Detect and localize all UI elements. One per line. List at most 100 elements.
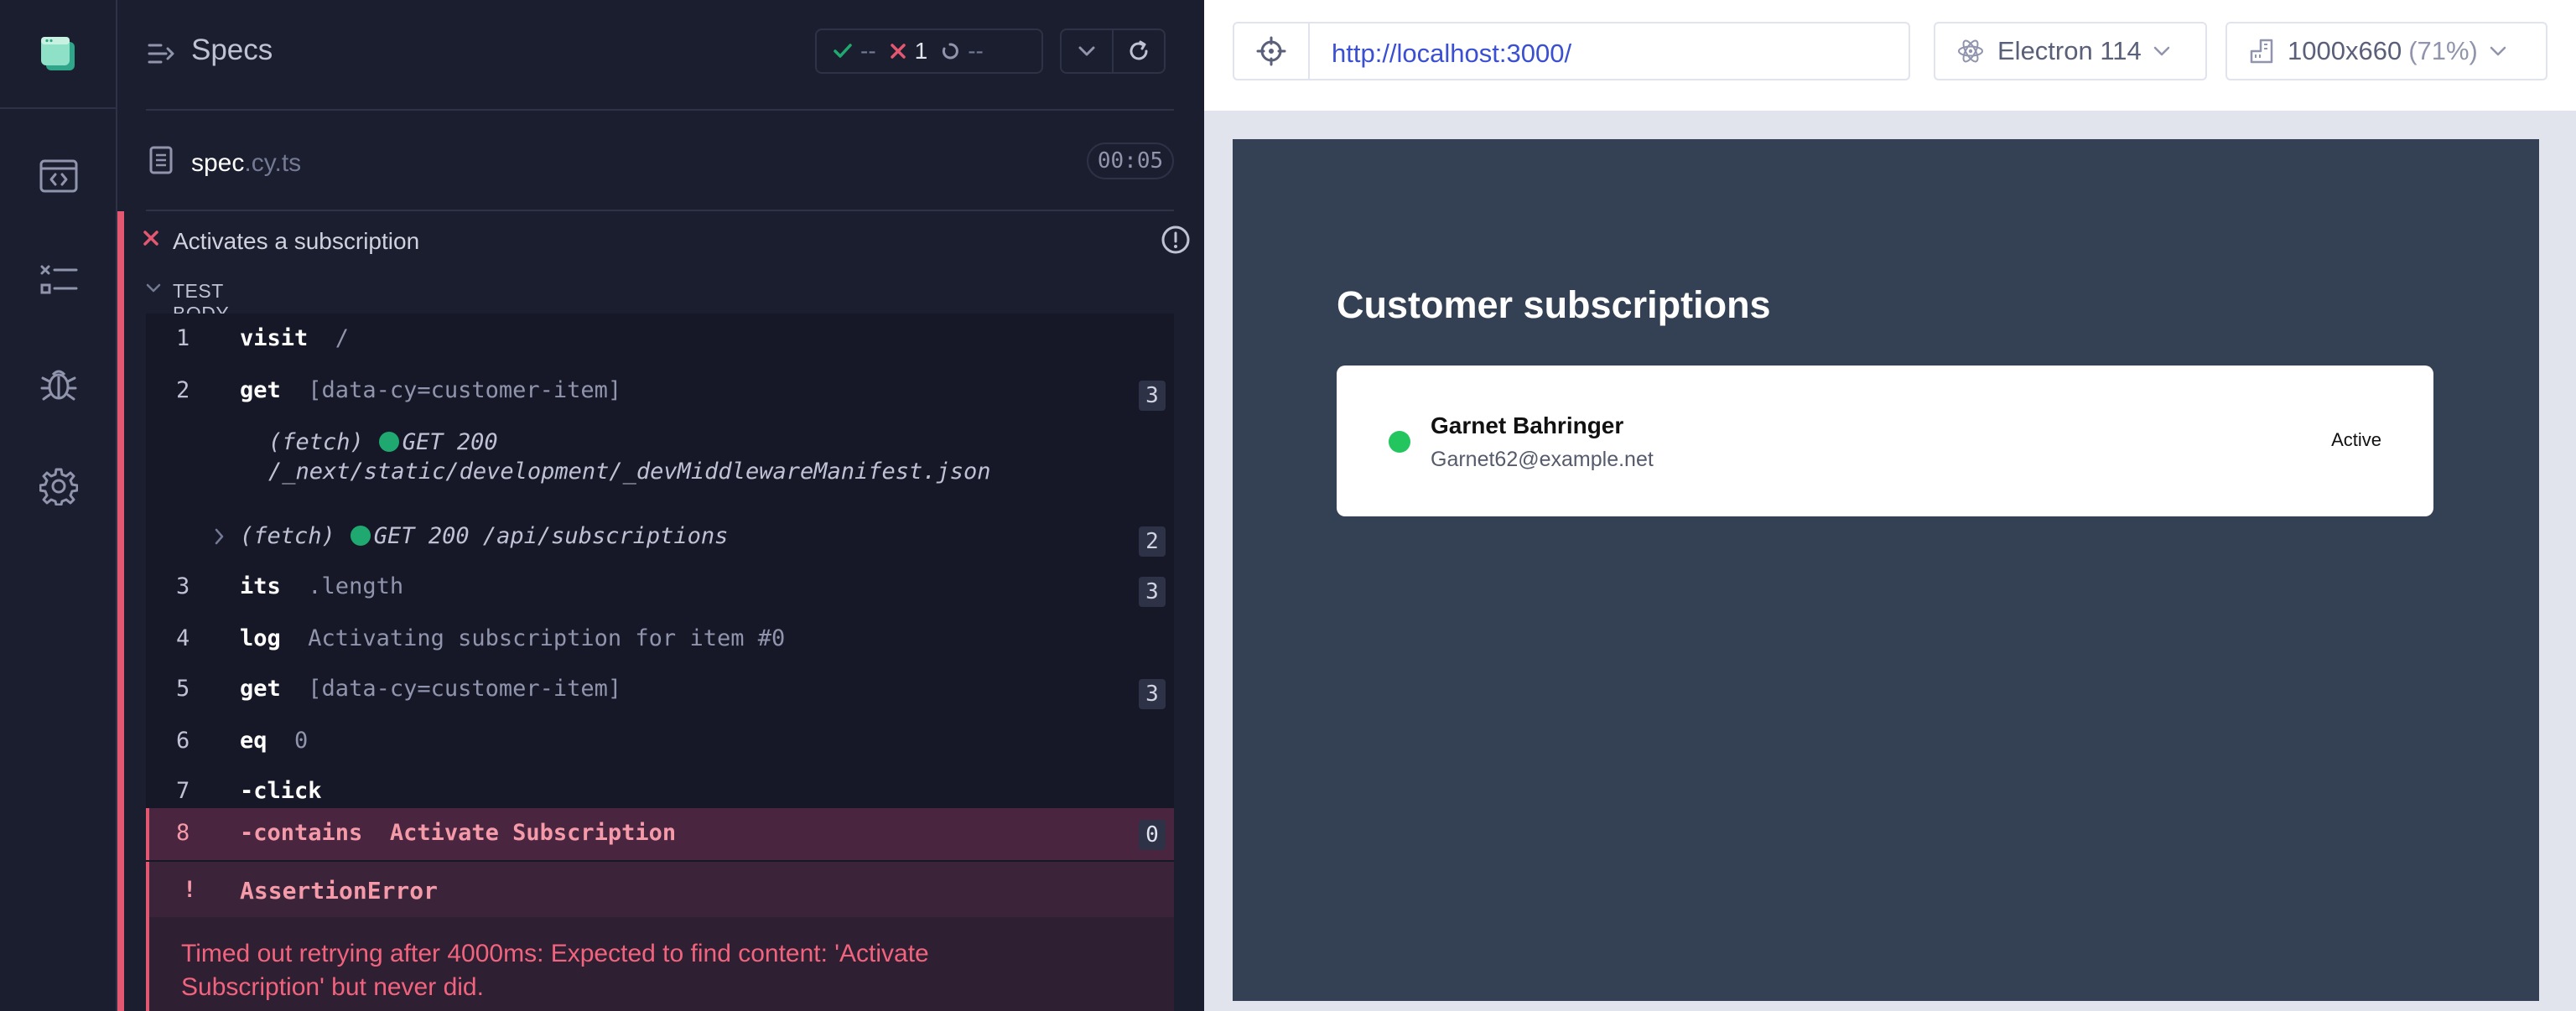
chevron-down-icon [146, 283, 161, 293]
command-message: .length [308, 573, 404, 599]
browser-label: Electron 114 [1997, 36, 2142, 65]
test-title: Activates a subscription [173, 228, 420, 254]
url-bar[interactable]: http://localhost:3000/ [1233, 22, 1910, 80]
fetch-request: GET 200 /api/subscriptions [373, 523, 729, 549]
status-dot [350, 526, 371, 546]
command-name: get [data-cy=customer-item] [240, 377, 621, 403]
rerun-button[interactable] [1112, 29, 1166, 74]
sidebar-item-debug[interactable] [0, 342, 117, 426]
command-number: 1 [176, 325, 190, 351]
runs-icon [40, 265, 78, 294]
command-row[interactable]: 2 get [data-cy=customer-item] 3 [146, 366, 1174, 416]
sidebar [0, 0, 117, 1011]
status-dot [378, 432, 399, 452]
command-method: its [240, 573, 281, 599]
check-icon [834, 44, 852, 58]
command-name: get [data-cy=customer-item] [240, 676, 621, 702]
chevron-down-icon [2490, 46, 2506, 56]
collapse-specs-icon[interactable] [148, 42, 174, 65]
aut-iframe: Customer subscriptions Garnet Bahringer … [1233, 139, 2539, 1001]
error-type: AssertionError [240, 877, 439, 905]
chevron-right-icon[interactable] [215, 528, 225, 545]
command-method: eq [240, 728, 267, 754]
fetch-log-row[interactable]: (fetch) GET 200 /_next/static/development… [268, 429, 991, 485]
command-message: Activating subscription for item #0 [308, 625, 786, 651]
command-row[interactable]: 6 eq 0 [146, 716, 1174, 766]
element-count-badge: 3 [1139, 577, 1166, 607]
reporter-panel: Specs -- 1 -- spec.cy.ts 00:05 Activates… [117, 0, 1204, 1011]
command-row[interactable]: 1 visit / [146, 314, 1174, 364]
logo [0, 0, 116, 109]
sidebar-item-specs[interactable] [0, 134, 117, 218]
command-number: 7 [176, 778, 190, 804]
command-method: get [240, 377, 281, 403]
command-number: 5 [176, 676, 190, 702]
command-name: visit / [240, 325, 349, 351]
element-count-badge: 3 [1139, 679, 1166, 709]
sidebar-item-runs[interactable] [0, 238, 117, 322]
ruler-icon [2250, 39, 2273, 64]
command-number: 4 [176, 625, 190, 651]
viewport-dropdown[interactable]: 1000x660 (71%) [2225, 22, 2547, 80]
crosshair-icon [1256, 36, 1286, 66]
app-under-test-pane: http://localhost:3000/ Electron 114 1000… [1204, 0, 2576, 1011]
command-row[interactable]: 5 get [data-cy=customer-item] 3 [146, 664, 1174, 714]
customer-email: Garnet62@example.net [1431, 448, 1654, 471]
fetch-request: GET 200 [402, 429, 498, 455]
command-name: log Activating subscription for item #0 [240, 625, 785, 651]
error-header[interactable]: ! AssertionError [146, 862, 1174, 917]
specs-title[interactable]: Specs [191, 34, 273, 67]
error-icon: ! [183, 877, 197, 903]
chevron-down-icon [2153, 46, 2170, 56]
debug-icon [40, 370, 77, 401]
specs-icon [39, 159, 78, 193]
cypress-logo-icon [41, 37, 75, 70]
viewport-size: 1000x660 [2288, 36, 2402, 65]
element-count-badge: 0 [1139, 820, 1166, 850]
command-number: 2 [176, 377, 190, 403]
test-runnable: Activates a subscription TEST BODY 1 vis… [117, 211, 1204, 1011]
command-number: 8 [176, 820, 190, 846]
failed-count: 1 [914, 38, 928, 64]
spec-file-header: spec.cy.ts 00:05 [117, 111, 1204, 211]
command-message: / [335, 325, 350, 351]
fetch-log-row[interactable]: (fetch) GET 200 /api/subscriptions 2 [146, 511, 1174, 562]
error-message: Timed out retrying after 4000ms: Expecte… [181, 940, 929, 1001]
error-message-panel: Timed out retrying after 4000ms: Expecte… [146, 917, 1174, 1011]
browser-dropdown[interactable]: Electron 114 [1934, 22, 2207, 80]
expand-dropdown-button[interactable] [1060, 29, 1114, 74]
command-method: log [240, 625, 281, 651]
command-message: Activate Subscription [389, 820, 677, 846]
command-name: -click [240, 778, 322, 804]
command-method: get [240, 676, 281, 702]
settings-icon [39, 468, 78, 506]
command-number: 6 [176, 728, 190, 754]
electron-icon [1958, 39, 1983, 63]
url-text[interactable]: http://localhost:3000/ [1332, 39, 1571, 69]
spec-file-ext: .cy.ts [244, 149, 302, 177]
aut-header: http://localhost:3000/ Electron 114 1000… [1204, 0, 2576, 111]
refresh-icon [1130, 40, 1148, 60]
pending-stat: -- [941, 38, 984, 65]
command-name: its .length [240, 573, 403, 599]
viewport-scale: (71%) [2408, 36, 2478, 65]
command-method: visit [240, 325, 309, 351]
selector-playground-button[interactable] [1234, 23, 1310, 79]
subscription-status: Active [2331, 429, 2381, 450]
customer-item[interactable]: Garnet Bahringer Garnet62@example.net Ac… [1337, 366, 2433, 516]
command-row[interactable]: 4 log Activating subscription for item #… [146, 614, 1174, 664]
command-message: 0 [294, 728, 309, 754]
info-icon[interactable] [1161, 225, 1191, 255]
sidebar-item-settings[interactable] [0, 444, 117, 528]
command-number: 3 [176, 573, 190, 599]
failed-command-row[interactable]: 8 -contains Activate Subscription 0 [146, 808, 1174, 860]
command-row[interactable]: 3 its .length 3 [146, 562, 1174, 612]
command-name: -contains Activate Subscription [240, 820, 676, 846]
command-message: [data-cy=customer-item] [308, 377, 622, 403]
failure-indicator [117, 211, 124, 1011]
chevron-down-icon [1078, 46, 1095, 56]
failed-x-icon [143, 231, 158, 246]
test-title-row[interactable]: Activates a subscription [143, 225, 1190, 258]
spec-file-name[interactable]: spec.cy.ts [191, 149, 301, 178]
duration-badge: 00:05 [1087, 143, 1174, 179]
